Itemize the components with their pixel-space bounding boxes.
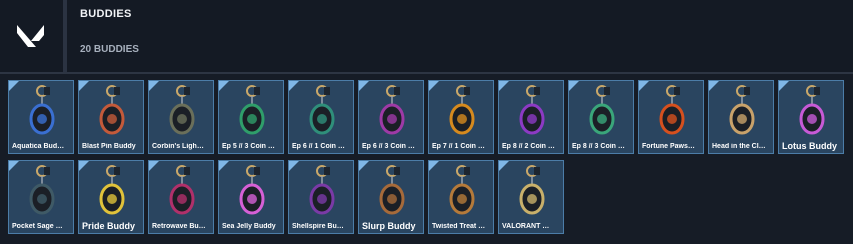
buddy-tile[interactable]: VALORANT …: [498, 160, 564, 234]
buddy-label: Ep 6 // 3 Coin …: [362, 143, 415, 150]
buddy-label: Ep 5 // 3 Coin …: [222, 143, 275, 150]
buddy-label: Ep 7 // 1 Coin …: [432, 143, 485, 150]
buddy-tile[interactable]: Sea Jelly Buddy: [218, 160, 284, 234]
pride-charm-icon: [99, 165, 125, 215]
buddy-tile[interactable]: Twisted Treat …: [428, 160, 494, 234]
buddy-label: Shellspire Bu…: [292, 223, 344, 230]
buddy-label: Corbin's Ligh…: [152, 143, 204, 150]
buddy-label: Pride Buddy: [82, 221, 136, 231]
buddy-tile[interactable]: Lotus Buddy: [778, 80, 844, 154]
pocket-sage-charm-icon: [29, 165, 55, 215]
ep8-2-coin-charm-icon: [519, 85, 545, 135]
buddy-tile[interactable]: Retrowave Bu…: [148, 160, 214, 234]
buddy-tile[interactable]: Ep 8 // 2 Coin …: [498, 80, 564, 154]
valorant-charm-icon: [519, 165, 545, 215]
buddy-tile[interactable]: Blast Pin Buddy: [78, 80, 144, 154]
page-header: BUDDIES 20 BUDDIES: [0, 0, 853, 72]
buddy-tile[interactable]: Shellspire Bu…: [288, 160, 354, 234]
lotus-charm-icon: [799, 85, 825, 135]
ep6-3-coin-charm-icon: [379, 85, 405, 135]
sea-jelly-charm-icon: [239, 165, 265, 215]
buddy-label: Pocket Sage …: [12, 223, 63, 230]
buddy-tile[interactable]: Corbin's Ligh…: [148, 80, 214, 154]
ep7-coin-charm-icon: [449, 85, 475, 135]
ep5-coin-charm-icon: [239, 85, 265, 135]
retrowave-charm-icon: [169, 165, 195, 215]
header-divider: [63, 0, 67, 72]
buddy-tile[interactable]: Ep 6 // 3 Coin …: [358, 80, 424, 154]
buddy-label: Aquatica Bud…: [12, 143, 65, 150]
buddy-label: Sea Jelly Buddy: [222, 223, 276, 230]
buddy-tile[interactable]: Slurp Buddy: [358, 160, 424, 234]
buddy-count: 20 BUDDIES: [80, 44, 139, 55]
buddy-label: Ep 8 // 3 Coin …: [572, 143, 625, 150]
buddy-label: Fortune Paws…: [642, 143, 695, 150]
buddy-tile[interactable]: Head in the Cl…: [708, 80, 774, 154]
page-title: BUDDIES: [80, 8, 132, 20]
buddy-label: Twisted Treat …: [432, 223, 486, 230]
ep8-3-coin-charm-icon: [589, 85, 615, 135]
buddy-label: Ep 8 // 2 Coin …: [502, 143, 555, 150]
twisted-treat-charm-icon: [449, 165, 475, 215]
buddy-label: VALORANT …: [502, 223, 550, 230]
buddy-tile[interactable]: Ep 6 // 1 Coin …: [288, 80, 354, 154]
buddy-tile[interactable]: Fortune Paws…: [638, 80, 704, 154]
aquatica-charm-icon: [29, 85, 55, 135]
buddy-label: Slurp Buddy: [362, 221, 416, 231]
buddy-tile[interactable]: Aquatica Bud…: [8, 80, 74, 154]
buddy-label: Head in the Cl…: [712, 143, 766, 150]
fortune-paws-charm-icon: [659, 85, 685, 135]
shellspire-charm-icon: [309, 165, 335, 215]
buddy-tile[interactable]: Pride Buddy: [78, 160, 144, 234]
slurp-charm-icon: [379, 165, 405, 215]
buddy-tile[interactable]: Ep 5 // 3 Coin …: [218, 80, 284, 154]
buddies-grid: Aquatica Bud… Blast Pin Buddy Corbin's Lig…: [0, 74, 853, 244]
buddy-tile[interactable]: Ep 8 // 3 Coin …: [568, 80, 634, 154]
buddy-label: Lotus Buddy: [782, 141, 837, 151]
buddy-label: Ep 6 // 1 Coin …: [292, 143, 345, 150]
blast-pin-charm-icon: [99, 85, 125, 135]
ep6-1-coin-charm-icon: [309, 85, 335, 135]
buddy-label: Retrowave Bu…: [152, 223, 206, 230]
buddy-tile[interactable]: Ep 7 // 1 Coin …: [428, 80, 494, 154]
corbin-light-charm-icon: [169, 85, 195, 135]
buddy-tile[interactable]: Pocket Sage …: [8, 160, 74, 234]
head-in-clouds-charm-icon: [729, 85, 755, 135]
buddy-label: Blast Pin Buddy: [82, 143, 136, 150]
valorant-logo-icon[interactable]: [0, 0, 62, 72]
